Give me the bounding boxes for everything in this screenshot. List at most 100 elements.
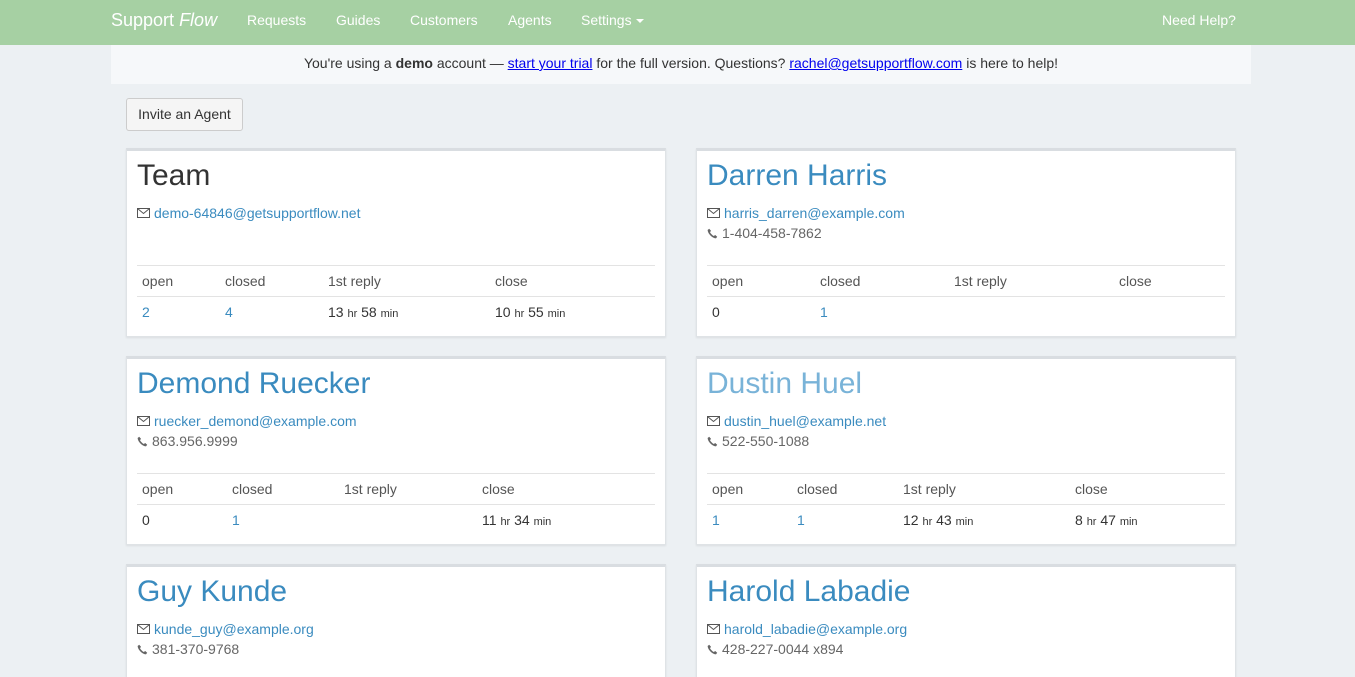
open-count-link[interactable]: 2 [142, 304, 150, 320]
nav-customers[interactable]: Customers [410, 12, 478, 28]
unit-hr: hr [1086, 516, 1097, 528]
agent-name-link[interactable]: Guy Kunde [137, 575, 287, 609]
agent-phone-text: 1-404-458-7862 [722, 225, 822, 241]
stats-header-row: open closed 1st reply close [707, 265, 1225, 297]
agent-name-link[interactable]: Dustin Huel [707, 367, 862, 401]
header-closed: closed [225, 273, 266, 289]
stats-value-row: 2 4 13 hr 58 min 10 hr 55 min [137, 297, 655, 327]
agent-email-text: ruecker_demond@example.com [154, 413, 357, 429]
agent-phone-text: 863.956.9999 [152, 433, 238, 449]
agent-phone: 428-227-0044 x894 [707, 641, 843, 657]
agent-phone-text: 428-227-0044 x894 [722, 641, 844, 657]
unit-hr: hr [500, 516, 511, 528]
agent-phone-text: 381-370-9768 [152, 641, 240, 657]
envelope-icon [137, 208, 150, 219]
stats-table: open closed 1st reply close 0 1 [707, 265, 1225, 327]
agent-email[interactable]: dustin_huel@example.net [707, 413, 886, 429]
header-open: open [712, 273, 744, 289]
first-reply-time: 13 hr 58 min [328, 304, 398, 320]
reply-hours: 13 [328, 304, 344, 320]
agent-card-team: Team demo-64846@getsupportflow.net open … [126, 148, 666, 337]
unit-min: min [533, 516, 552, 528]
agent-card-harold-labadie: Harold Labadie harold_labadie@example.or… [696, 564, 1236, 677]
closed-count-link[interactable]: 1 [232, 512, 240, 528]
header-close: close [1075, 481, 1108, 497]
agent-name-link[interactable]: Darren Harris [707, 159, 887, 193]
header-open: open [142, 481, 174, 497]
header-first-reply: 1st reply [344, 481, 397, 497]
stats-header-row: open closed 1st reply close [137, 473, 655, 505]
unit-min: min [955, 516, 974, 528]
envelope-icon [137, 416, 150, 427]
agent-card-darren-harris: Darren Harris harris_darren@example.com … [696, 148, 1236, 337]
close-minutes: 34 [514, 512, 530, 528]
agent-phone-text: 522-550-1088 [722, 433, 810, 449]
agent-card-dustin-huel: Dustin Huel dustin_huel@example.net 522-… [696, 356, 1236, 545]
caret-down-icon [635, 19, 644, 24]
unit-min: min [380, 308, 399, 320]
close-hours: 11 [482, 512, 497, 528]
header-first-reply: 1st reply [328, 273, 381, 289]
phone-icon [707, 436, 718, 447]
nav-need-help[interactable]: Need Help? [1162, 12, 1236, 28]
header-open: open [142, 273, 174, 289]
demo-banner: You're using a demo account — start your… [111, 45, 1251, 84]
header-closed: closed [820, 273, 861, 289]
nav-guides[interactable]: Guides [336, 12, 380, 28]
stats-table: open closed 1st reply close 1 1 12 hr 43… [707, 473, 1225, 535]
header-close: close [482, 481, 515, 497]
agent-email[interactable]: harris_darren@example.com [707, 205, 905, 221]
phone-icon [707, 228, 718, 239]
close-minutes: 47 [1100, 512, 1116, 528]
phone-icon [707, 644, 718, 655]
banner-text-4: is here to help! [962, 55, 1059, 71]
header-first-reply: 1st reply [903, 481, 956, 497]
agent-name-link[interactable]: Harold Labadie [707, 575, 910, 609]
brand-logo[interactable]: Support Flow [111, 10, 217, 31]
start-trial-link[interactable]: start your trial [508, 55, 593, 71]
stats-value-row: 0 1 [707, 297, 1225, 327]
open-count-link[interactable]: 1 [712, 512, 720, 528]
agent-email[interactable]: harold_labadie@example.org [707, 621, 907, 637]
header-close: close [1119, 273, 1152, 289]
nav-agents[interactable]: Agents [508, 12, 552, 28]
close-minutes: 55 [528, 304, 544, 320]
agent-name: Team [137, 159, 211, 192]
agent-phone: 381-370-9768 [137, 641, 239, 657]
close-time: 11 hr 34 min [482, 512, 551, 528]
support-email-link[interactable]: rachel@getsupportflow.com [789, 55, 962, 71]
agent-email[interactable]: ruecker_demond@example.com [137, 413, 357, 429]
close-hours: 10 [495, 304, 511, 320]
banner-text-2: account — [432, 55, 508, 71]
envelope-icon [707, 624, 720, 635]
closed-count-link[interactable]: 1 [820, 304, 828, 320]
reply-hours: 12 [903, 512, 919, 528]
close-hours: 8 [1075, 512, 1083, 528]
agent-phone: 522-550-1088 [707, 433, 809, 449]
agent-email-text: dustin_huel@example.net [724, 413, 887, 429]
envelope-icon [707, 208, 720, 219]
banner-text-1: You're using a [303, 55, 396, 71]
stats-table: open closed 1st reply close 2 4 13 hr 58… [137, 265, 655, 327]
closed-count-link[interactable]: 1 [797, 512, 805, 528]
stats-value-row: 1 1 12 hr 43 min 8 hr 47 min [707, 505, 1225, 535]
header-closed: closed [232, 481, 273, 497]
first-reply-time: 12 hr 43 min [903, 512, 973, 528]
invite-agent-button[interactable]: Invite an Agent [126, 98, 243, 131]
phone-icon [137, 436, 148, 447]
unit-min: min [1119, 516, 1138, 528]
header-closed: closed [797, 481, 838, 497]
nav-requests[interactable]: Requests [247, 12, 306, 28]
closed-count-link[interactable]: 4 [225, 304, 233, 320]
agent-email[interactable]: kunde_guy@example.org [137, 621, 314, 637]
nav-settings[interactable]: Settings [581, 12, 644, 28]
phone-icon [137, 644, 148, 655]
agent-email-text: demo-64846@getsupportflow.net [154, 205, 361, 221]
agent-name-link[interactable]: Demond Ruecker [137, 367, 370, 401]
close-time: 8 hr 47 min [1075, 512, 1138, 528]
agent-email[interactable]: demo-64846@getsupportflow.net [137, 205, 360, 221]
agent-email-text: harold_labadie@example.org [724, 621, 908, 637]
nav-settings-label: Settings [581, 12, 632, 28]
unit-min: min [547, 308, 566, 320]
header-first-reply: 1st reply [954, 273, 1007, 289]
